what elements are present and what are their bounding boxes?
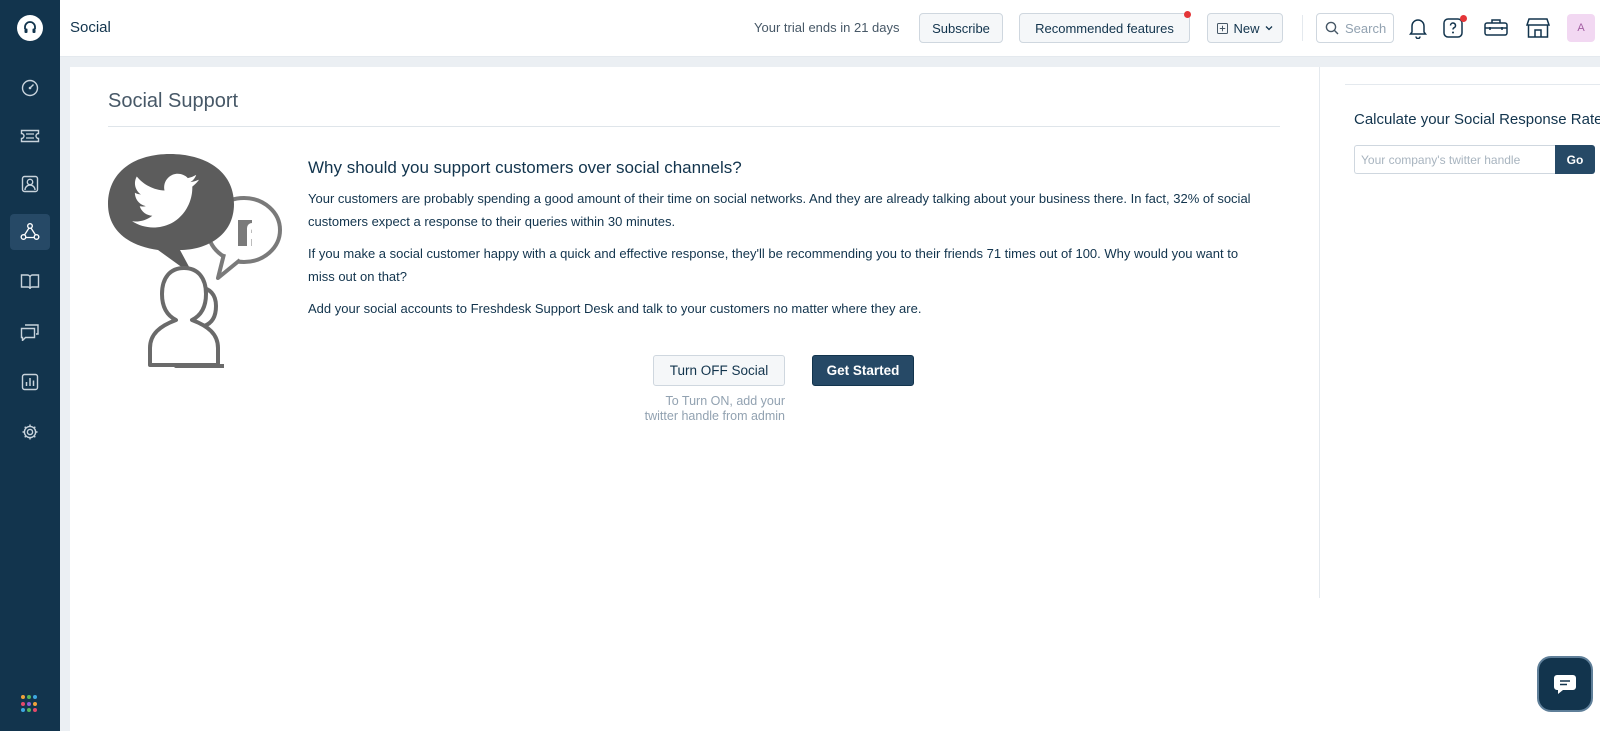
get-started-button[interactable]: Get Started [812, 355, 914, 386]
bell-icon [1409, 19, 1427, 39]
toolbox-icon [1484, 19, 1508, 36]
trial-notice: Your trial ends in 21 days [754, 20, 900, 35]
reports-icon [21, 373, 39, 391]
headset-icon [24, 21, 36, 33]
nav-solutions[interactable] [10, 264, 50, 300]
help-button[interactable] [1441, 15, 1467, 41]
twitter-handle-input[interactable] [1354, 145, 1555, 174]
search-placeholder: Search [1345, 20, 1387, 36]
top-header: Social Your trial ends in 21 days Subscr… [60, 0, 1600, 57]
intro-paragraph-1: Your customers are probably spending a g… [308, 191, 1251, 229]
page-title: Social [70, 19, 111, 36]
tickets-icon [20, 129, 40, 143]
intro-paragraph-2: If you make a social customer happy with… [308, 246, 1239, 284]
admin-icon [22, 424, 38, 440]
social-response-rate-title: Calculate your Social Response Rate [1354, 111, 1600, 128]
nav-admin[interactable] [10, 414, 50, 450]
social-icon [20, 223, 40, 240]
dashboard-icon [21, 79, 39, 97]
turn-off-social-button[interactable]: Turn OFF Social [653, 355, 785, 386]
recommended-features-label: Recommended features [1035, 20, 1174, 36]
chat-widget-button[interactable] [1537, 656, 1593, 712]
product-tour-button[interactable] [1481, 15, 1511, 41]
nav-social[interactable] [10, 214, 50, 250]
left-navigation [0, 0, 60, 731]
marketplace-button[interactable] [1523, 15, 1553, 41]
notification-dot [1184, 11, 1191, 18]
nav-contacts[interactable] [10, 166, 50, 202]
chat-icon [1554, 675, 1576, 694]
notifications-button[interactable] [1405, 15, 1431, 41]
help-notification-dot [1460, 15, 1467, 22]
apps-grid-icon[interactable] [21, 695, 39, 713]
nav-reports[interactable] [10, 364, 50, 400]
section-title: Social Support [108, 90, 239, 112]
freshdesk-logo[interactable] [17, 15, 43, 41]
go-button[interactable]: Go [1555, 145, 1595, 174]
contacts-icon [21, 175, 39, 193]
avatar[interactable]: A [1567, 14, 1595, 42]
recommended-features-button[interactable]: Recommended features [1019, 13, 1190, 43]
intro-paragraph-3: Add your social accounts to Freshdesk Su… [308, 301, 922, 316]
turn-on-hint-line-2: twitter handle from admin [644, 409, 785, 423]
section-divider [108, 126, 1280, 127]
turn-on-hint-line-1: To Turn ON, add your [665, 394, 785, 408]
search-icon [1325, 21, 1339, 35]
nav-forums[interactable] [10, 314, 50, 350]
chevron-down-icon [1265, 26, 1272, 31]
nav-tickets[interactable] [10, 118, 50, 154]
turn-on-hint: To Turn ON, add your twitter handle from… [600, 394, 785, 424]
new-button[interactable]: New [1207, 13, 1283, 43]
twitter-bubble-icon [108, 154, 234, 276]
store-icon [1525, 18, 1551, 38]
search-input[interactable]: Search [1316, 13, 1394, 43]
new-label: New [1233, 20, 1260, 36]
nav-dashboard[interactable] [10, 70, 50, 106]
users-icon [148, 266, 224, 368]
social-illustration [108, 154, 282, 368]
header-divider [1302, 15, 1303, 41]
subscribe-button[interactable]: Subscribe [919, 13, 1003, 43]
social-question-heading: Why should you support customers over so… [308, 158, 742, 177]
plus-square-icon [1217, 22, 1229, 34]
solutions-icon [20, 274, 40, 290]
right-panel-top-line [1345, 84, 1600, 85]
forums-icon [20, 324, 39, 341]
